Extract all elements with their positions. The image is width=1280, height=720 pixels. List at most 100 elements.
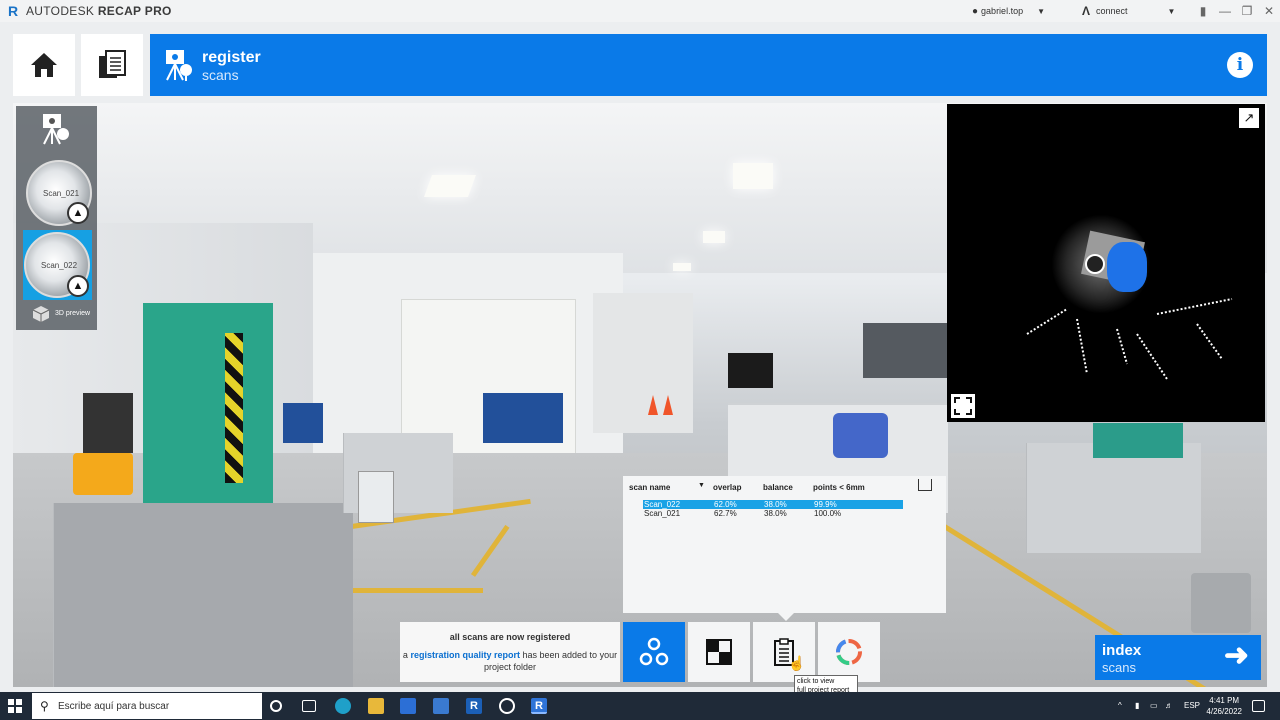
windows-start-button[interactable] [8,699,22,713]
ceiling-light [703,231,725,243]
blue-cabinet [283,403,323,443]
hazard-stripe [225,333,243,483]
taskbar-search[interactable]: ⚲ Escribe aquí para buscar [32,693,262,719]
file-explorer-icon[interactable] [368,698,384,714]
user-icon: ● [972,5,979,17]
cell-balance: 38.0% [764,509,787,518]
column-header-scan-name[interactable]: scan name [629,483,670,492]
recap-pro-icon[interactable]: R [531,698,547,714]
mic-icon[interactable]: ▮ [1135,701,1139,710]
column-header-balance[interactable]: balance [763,483,793,492]
blue-chair [833,413,888,458]
info-button[interactable]: i [1227,52,1253,78]
expand-icon[interactable]: ↗ [1239,108,1259,128]
minimize-button[interactable]: — [1214,4,1236,18]
mouse-cursor-icon: ☝ [788,655,806,671]
cell-scan-name: Scan_022 [644,500,681,509]
cell-balance: 38.0% [764,500,787,509]
top-view-minimap[interactable]: ↗ [947,104,1265,422]
clock-date: 4/26/2022 [1206,707,1242,716]
table-row[interactable]: Scan_022 62.0% 38.0% 99.9% [643,500,903,509]
press-machine [143,303,273,513]
obs-icon[interactable] [499,698,515,714]
ceiling-light [423,175,477,197]
stats-pointer [778,613,794,621]
ceiling-light [733,163,773,189]
cell-points: 100.0% [814,509,842,518]
chat-icon[interactable]: ▮ [1192,4,1214,18]
connect-menu[interactable]: Λ connect ▼ [1082,4,1192,18]
sort-down-icon[interactable]: ▼ [698,482,705,489]
notifications-icon[interactable] [1252,700,1265,712]
checkerboard-icon [706,639,732,665]
clock[interactable]: 4:41 PM 4/26/2022 [1206,695,1242,717]
autodesk-logo-icon: R [8,3,19,19]
alcon-box [73,453,133,495]
connect-label: connect [1096,6,1128,16]
checkerboard-button[interactable] [688,622,750,682]
column-header-points[interactable]: points < 6mm [813,483,865,492]
tray-up-icon[interactable]: ^ [1118,701,1122,710]
3d-preview-label: 3D preview [55,310,91,317]
front-pedestal [53,503,353,687]
table-row[interactable]: Scan_021 62.7% 38.0% 100.0% [643,509,903,518]
cube-icon[interactable] [32,305,50,323]
right-pedestal [1026,443,1201,553]
ceiling-light [673,263,691,271]
register-scans-icon [166,50,192,81]
black-unit [83,393,133,453]
registration-stats-table: scan name ▼ overlap balance points < 6mm… [623,476,946,613]
register-header: register scans i [150,34,1267,96]
fullscreen-button[interactable] [951,394,975,418]
fullscreen-icon [954,397,972,415]
point-cloud-lines [1026,298,1233,380]
column-header-overlap[interactable]: overlap [713,483,741,492]
right-machine [1093,423,1183,458]
edge-icon[interactable] [335,698,351,714]
recap-app-icon[interactable]: R [466,698,482,714]
mail-icon[interactable] [433,698,449,714]
restore-button[interactable]: ❐ [1236,4,1258,18]
cell-overlap: 62.0% [714,500,737,509]
windows-taskbar: ⚲ Escribe aquí para buscar R R ^ ▮ ▭ ♬ E… [0,692,1280,720]
user-menu[interactable]: ● gabriel.top ▼ [972,6,1082,17]
title-bar: R AUTODESK RECAP PRO ● gabriel.top ▼ Λ c… [0,0,1280,22]
user-name: gabriel.top [981,6,1024,16]
message-body: a registration quality report has been a… [402,650,618,672]
tripod-icon: ▲ [67,275,89,297]
network-icon[interactable]: ▭ [1150,701,1158,710]
index-scans-button[interactable]: index scans ➜ [1095,635,1261,680]
clock-time: 4:41 PM [1209,696,1240,705]
task-view-icon[interactable] [302,700,316,712]
export-icon[interactable] [918,479,932,491]
app-title: AUTODESK RECAP PRO [26,4,172,18]
black-case [728,353,773,388]
cell-points: 99.9% [814,500,837,509]
color-wheel-icon [836,639,862,665]
arrow-right-icon: ➜ [1223,639,1249,672]
index-title: index [1102,642,1142,659]
language-indicator[interactable]: ESP [1184,701,1200,710]
cell-scan-name: Scan_021 [644,509,681,518]
page-subtitle: scans [202,67,239,83]
volume-icon[interactable]: ♬ [1165,701,1173,710]
autodesk-a-icon: Λ [1082,4,1091,18]
registration-message: all scans are now registered a registrat… [400,622,620,682]
page-title: register [202,49,261,66]
color-mode-button[interactable] [818,622,880,682]
store-icon[interactable] [400,698,416,714]
register-scans-icon [43,114,69,145]
side-wall [593,293,693,433]
scan-label: Scan_022 [40,261,78,270]
close-button[interactable]: ✕ [1258,4,1280,18]
cortana-icon[interactable] [270,700,282,712]
home-button[interactable] [13,34,75,96]
cloud-view-button[interactable] [623,622,685,682]
report-link[interactable]: registration quality report [410,650,520,660]
cell-overlap: 62.7% [714,509,737,518]
chevron-down-icon: ▼ [1037,6,1045,16]
scan-position-marker[interactable] [1085,254,1105,274]
report-button[interactable] [753,622,815,682]
scan-clusters-icon [639,637,669,666]
projects-button[interactable] [81,34,143,96]
